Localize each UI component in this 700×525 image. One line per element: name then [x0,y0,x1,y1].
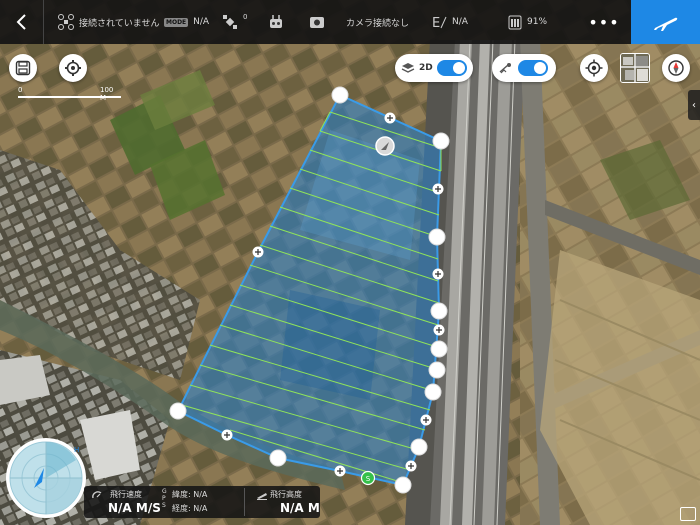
3d-icon [499,63,511,74]
mode-badge: MODE [164,17,189,27]
map-thumbnail-icon [621,54,649,82]
compass-button[interactable] [662,54,690,82]
vertex-handle [428,361,446,379]
exposure-icon: E [432,16,447,30]
aircraft-connection-status[interactable]: 接続されていません [58,0,159,44]
settings-icon [65,60,81,76]
altitude-icon [257,493,267,500]
status-bar: 接続されていません MODE N/A 0 カメラ接続なし E N/A 91% •… [0,0,700,44]
connection-status-text: 接続されていません [79,18,160,29]
remote-controller-indicator[interactable] [268,0,284,44]
back-button[interactable] [0,0,44,44]
vertex-handle [432,132,450,150]
view-3d-switch[interactable] [518,60,548,76]
controller-icon [270,15,282,28]
view-3d-toggle[interactable] [492,54,556,82]
drone-icon [58,14,74,30]
add-vertex-icon [334,465,346,477]
speed-value: N/A M/S [108,501,161,515]
telemetry-panel: 飛行速度 N/A M/S G P S 緯度: N/A 経度: N/A 飛行高度 … [84,486,320,518]
layers-icon [401,63,415,73]
gps-count: 0 [243,13,248,21]
settings-button[interactable] [59,54,87,82]
speed-label: 飛行速度 [110,490,142,499]
more-button[interactable]: ••• [588,0,618,44]
map-type-button[interactable] [620,53,650,83]
chevron-left-icon: ‹ [692,99,696,111]
scale-bar [18,96,121,98]
battery-value: 91% [527,17,548,27]
locate-button[interactable] [580,54,608,82]
latitude-label: 緯度: N/A [172,490,208,499]
gps-indicator[interactable]: 0 [222,0,247,44]
add-vertex-icon [433,324,445,336]
aircraft-marker-icon [375,136,395,156]
vertex-handle [331,86,349,104]
battery-icon [508,15,522,30]
add-vertex-icon [252,246,264,258]
vertex-handle [430,340,448,358]
scale-max: 100 M [100,86,114,102]
add-vertex-icon [432,268,444,280]
window-toggle-icon[interactable] [680,507,696,521]
takeoff-button[interactable] [631,0,700,44]
vertex-handle [430,302,448,320]
compass-icon [668,60,684,76]
camera-status-text: カメラ接続なし [346,18,410,29]
longitude-label: 経度: N/A [172,504,208,513]
mode-value: N/A [193,17,210,27]
save-button[interactable] [9,54,37,82]
add-vertex-icon [221,429,233,441]
side-panel-toggle[interactable]: ‹ [688,90,700,120]
satellite-icon [223,15,237,29]
vertex-handle [428,228,446,246]
view-2d-label: 2D [419,63,433,73]
camera-indicator[interactable] [309,0,325,44]
add-vertex-icon [432,183,444,195]
altitude-label: 飛行高度 [270,490,302,499]
altitude-value: N/A M [280,501,320,515]
svg-text:E: E [432,16,440,30]
back-icon [16,14,26,30]
add-vertex-icon [384,112,396,124]
save-icon [15,60,31,76]
svg-text:S: S [366,475,371,483]
home-point-icon: S [360,470,376,486]
vertex-handle [169,402,187,420]
scale-zero: 0 [18,86,23,94]
radar-icon: H [9,441,83,515]
more-icon: ••• [588,12,620,32]
svg-text:H: H [74,446,79,454]
speed-icon [92,491,102,499]
takeoff-icon [653,17,677,31]
add-vertex-icon [405,460,417,472]
exposure-value: N/A [452,17,468,27]
vertex-handle [410,438,428,456]
divider [244,488,245,516]
vertex-handle [424,383,442,401]
vertex-handle [269,449,287,467]
exposure-indicator[interactable]: E N/A [431,0,468,44]
battery-indicator[interactable]: 91% [508,0,547,44]
flight-mode-indicator[interactable]: MODE N/A [164,0,209,44]
view-2d-switch[interactable] [436,60,467,76]
gps-letters: G P S [162,488,167,509]
locate-icon [585,59,603,77]
vertex-handle [394,476,412,494]
attitude-radar[interactable]: H [6,438,86,518]
add-vertex-icon [420,414,432,426]
camera-icon [310,17,324,28]
mission-planner-screen: S 接続されていません MODE N/A 0 カメラ接続なし E N/A 91%… [0,0,700,525]
view-2d-toggle[interactable]: 2D [395,54,473,82]
